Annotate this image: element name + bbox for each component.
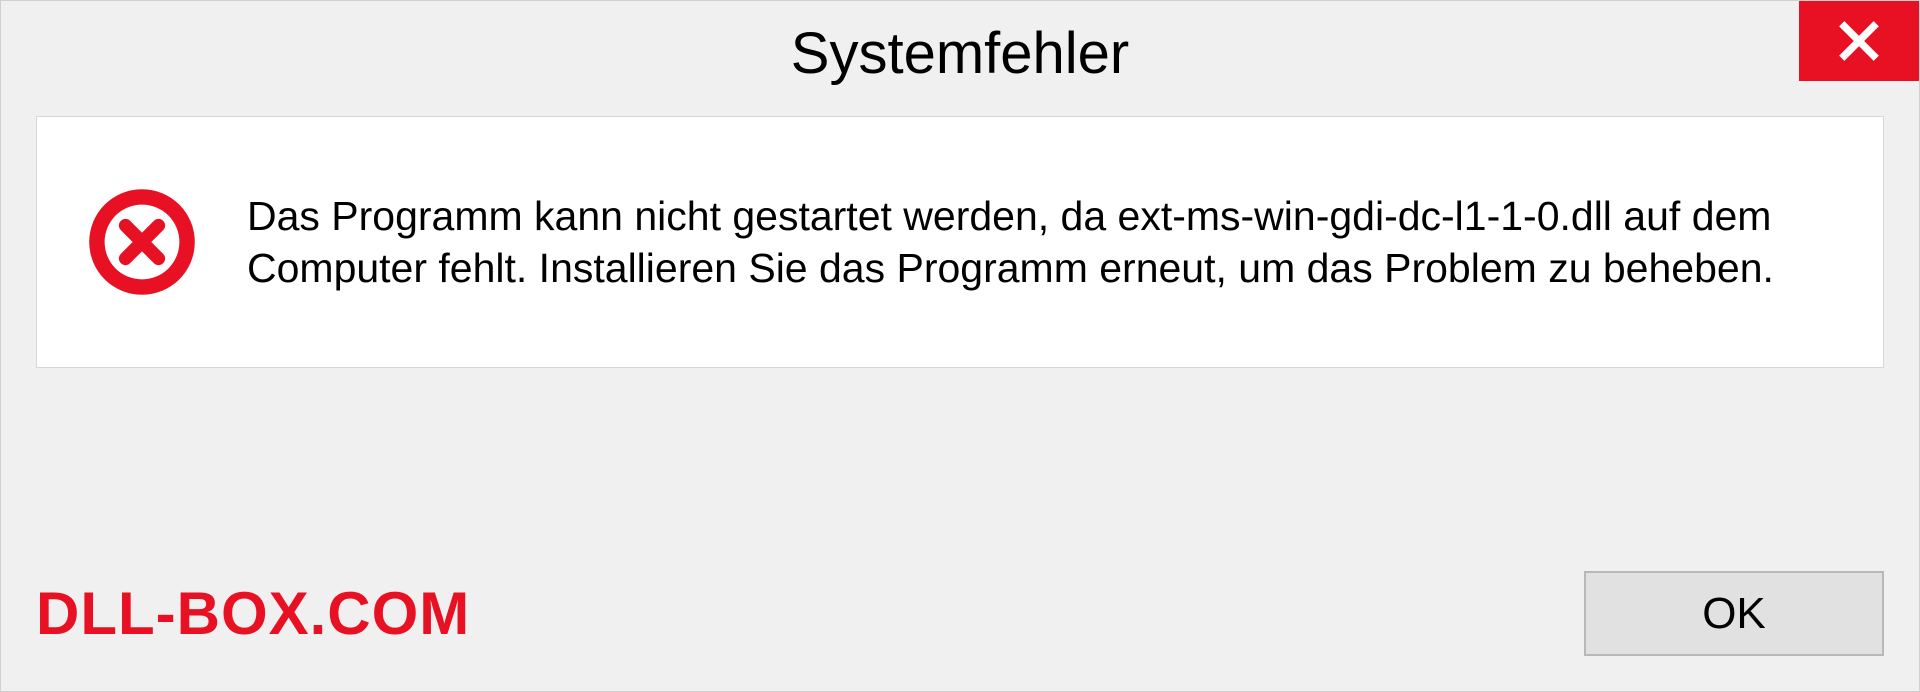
watermark-text: DLL-BOX.COM — [36, 579, 470, 648]
dialog-title: Systemfehler — [791, 20, 1129, 87]
footer: DLL-BOX.COM OK — [1, 571, 1919, 691]
content-panel: Das Programm kann nicht gestartet werden… — [36, 116, 1884, 368]
error-icon — [87, 187, 197, 297]
error-message: Das Programm kann nicht gestartet werden… — [247, 190, 1833, 295]
ok-button[interactable]: OK — [1584, 571, 1884, 656]
titlebar: Systemfehler — [1, 1, 1919, 106]
ok-button-label: OK — [1702, 589, 1766, 639]
error-dialog: Systemfehler Das Programm kann nicht ges… — [0, 0, 1920, 692]
close-icon — [1837, 19, 1881, 63]
close-button[interactable] — [1799, 1, 1919, 81]
